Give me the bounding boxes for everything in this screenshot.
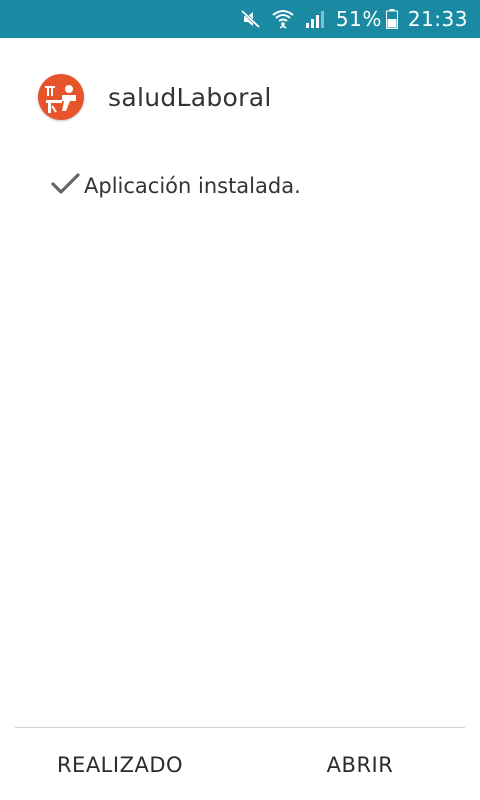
status-icons: 51% 21:33: [240, 0, 468, 38]
app-name: saludLaboral: [108, 82, 272, 112]
install-complete-screen: 51% 21:33 saludLaboral Aplicación instal…: [0, 0, 480, 800]
app-icon: [38, 74, 84, 120]
wifi-icon: [272, 8, 294, 30]
install-message: Aplicación instalada.: [84, 174, 301, 198]
mute-icon: [240, 8, 262, 30]
done-button[interactable]: REALIZADO: [40, 740, 200, 790]
footer-divider: [15, 727, 465, 728]
app-header: saludLaboral: [38, 74, 272, 120]
battery-group: 51%: [336, 7, 398, 31]
open-button[interactable]: ABRIR: [290, 740, 430, 790]
clock: 21:33: [407, 7, 468, 31]
checkmark-icon: [50, 172, 80, 200]
battery-icon: [385, 9, 398, 29]
status-bar: 51% 21:33: [0, 0, 480, 38]
signal-icon: [304, 9, 326, 29]
install-status: Aplicación instalada.: [50, 172, 301, 200]
battery-percent: 51%: [335, 7, 382, 31]
